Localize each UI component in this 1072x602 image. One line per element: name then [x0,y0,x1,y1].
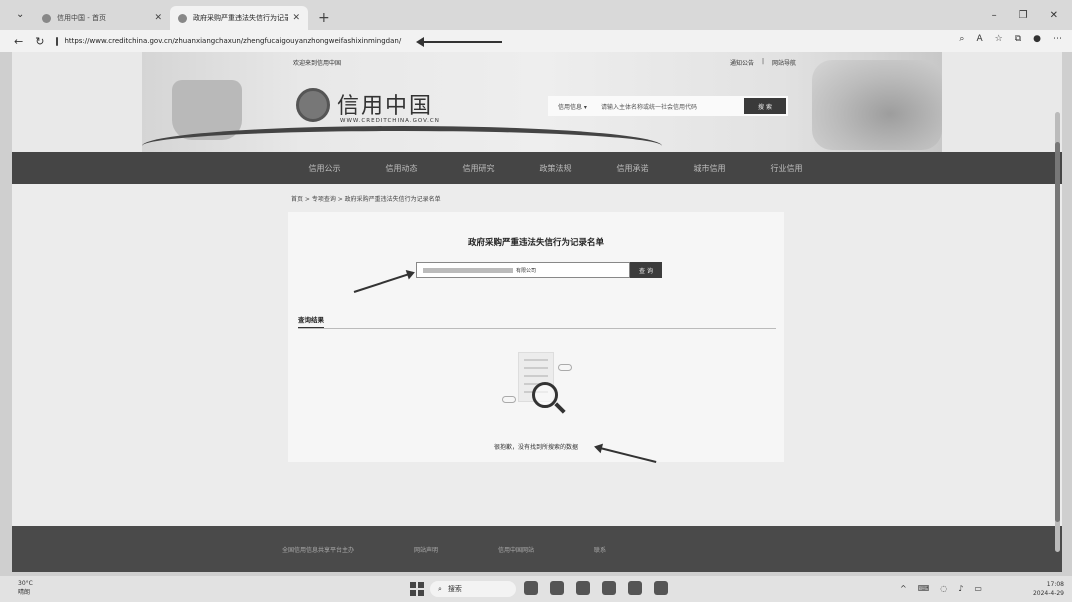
window-controls: – ❐ ✕ [992,10,1058,21]
nav-item[interactable]: 信用动态 [363,152,440,184]
new-tab-icon[interactable]: + [318,10,330,26]
site-search: 信用信息 ▾ 请输入主体名称或统一社会信用代码 搜 索 [548,96,788,116]
browser-tab-bar: ⌄ 信用中国 - 首页 ✕ 政府采购严重违法失信行为记录名 ✕ + – ❐ ✕ [0,0,1072,30]
nav-item[interactable]: 信用研究 [440,152,517,184]
back-icon[interactable]: ← [14,35,23,48]
refresh-icon[interactable]: ↻ [35,35,44,48]
favorite-icon[interactable]: ☆ [995,34,1003,44]
more-icon[interactable]: ⋯ [1053,34,1062,44]
web-page: 欢迎来到信用中国 通知公告 | 网站导航 信用中国 WWW.CREDITCHIN… [12,52,1062,572]
tab-creditchina-home[interactable]: 信用中国 - 首页 ✕ [34,6,170,30]
divider [298,328,776,329]
search-icon: ⌕ [438,584,442,593]
nav-item[interactable]: 信用承诺 [594,152,671,184]
redacted-text [423,267,513,273]
site-nav-link[interactable]: 网站导航 [772,58,796,67]
tab-query-results[interactable]: 查询结果 [298,314,324,329]
footer-link[interactable]: 信用中国网站 [498,545,534,554]
address-bar: ← ↻ https://www.creditchina.gov.cn/zhuan… [0,30,1072,52]
great-wall-image [812,60,942,150]
battery-icon[interactable]: ▭ [974,584,982,593]
notice-link[interactable]: 通知公告 [730,58,754,67]
site-header: 欢迎来到信用中国 通知公告 | 网站导航 信用中国 WWW.CREDITCHIN… [12,52,1062,152]
site-footer: 全国信用信息共享平台主办 网站声明 信用中国网站 联系 [12,526,1062,572]
restore-icon[interactable]: ❐ [1019,10,1028,21]
minimize-icon[interactable]: – [992,10,997,21]
close-tab-icon[interactable]: ✕ [292,13,300,23]
breadcrumb: 首页 > 专项查询 > 政府采购严重违法失信行为记录名单 [291,196,441,203]
profile-icon[interactable]: ● [1033,34,1041,44]
cloud-icon [502,396,516,403]
tab-procurement-list[interactable]: 政府采购严重违法失信行为记录名 ✕ [170,6,308,30]
footer-link[interactable]: 联系 [594,545,606,554]
annotation-arrow-icon [416,37,502,47]
main-nav: 信用公示 信用动态 信用研究 政策法规 信用承诺 城市信用 行业信用 [12,152,1062,184]
extensions-icon[interactable]: ⧉ [1015,34,1021,44]
taskbar: 30°C 晴朗 ⌕ 搜索 ^ ⌨ ◌ ♪ ▭ 17:08 2024-4-29 [0,576,1072,602]
cloud-icon [558,364,572,371]
read-aloud-icon[interactable]: A [976,34,982,44]
site-logo-text[interactable]: 信用中国 [337,88,433,120]
edge-icon[interactable] [602,581,616,595]
clock[interactable]: 17:08 2024-4-29 [1033,580,1064,598]
no-results-message: 很抱歉，没有找到所搜索的数据 [493,444,578,451]
nav-item[interactable]: 城市信用 [671,152,748,184]
system-tray: ^ ⌨ ◌ ♪ ▭ [900,584,982,593]
query-button[interactable]: 查 询 [630,262,662,278]
close-window-icon[interactable]: ✕ [1050,10,1058,21]
scrollbar-thumb[interactable] [1055,142,1060,522]
chevron-up-icon[interactable]: ^ [900,584,907,593]
footer-link[interactable]: 全国信用信息共享平台主办 [282,545,354,554]
windows-start-icon[interactable] [410,582,424,596]
input-method-icon[interactable]: ⌨ [918,584,930,593]
site-logo-url: WWW.CREDITCHINA.GOV.CN [340,118,440,124]
site-favicon-icon [178,13,187,23]
url-field[interactable]: https://www.creditchina.gov.cn/zhuanxian… [56,33,401,49]
company-query-input[interactable]: 有限公司 [416,262,630,278]
national-emblem-icon [296,88,330,122]
file-explorer-icon[interactable] [550,581,564,595]
volume-icon[interactable]: ♪ [958,584,963,593]
nav-item[interactable]: 信用公示 [286,152,363,184]
app-icon[interactable] [654,581,668,595]
word-icon[interactable] [628,581,642,595]
footer-link[interactable]: 网站声明 [414,545,438,554]
chrome-icon[interactable] [576,581,590,595]
search-type-select[interactable]: 信用信息 ▾ [548,102,595,111]
nav-item[interactable]: 政策法规 [517,152,594,184]
tab-title: 信用中国 - 首页 [57,14,106,22]
task-view-icon[interactable] [524,581,538,595]
url-text: https://www.creditchina.gov.cn/zhuanxian… [64,37,402,45]
top-links: 通知公告 | 网站导航 [730,58,797,67]
weather-widget[interactable]: 30°C 晴朗 [18,579,33,597]
browser-toolbar: ⌕ A ☆ ⧉ ● ⋯ [959,34,1062,44]
site-favicon-icon [42,13,51,23]
tab-list-icon[interactable]: ⌄ [16,9,30,23]
scrollbar[interactable] [1055,112,1060,552]
welcome-text: 欢迎来到信用中国 [293,60,342,67]
no-results-illustration [502,352,572,422]
taskbar-search[interactable]: ⌕ 搜索 [430,581,516,597]
lock-icon [56,36,59,46]
zoom-icon[interactable]: ⌕ [959,34,964,44]
tab-title: 政府采购严重违法失信行为记录名 [193,14,289,22]
taskbar-apps [524,581,668,595]
site-search-input[interactable]: 请输入主体名称或统一社会信用代码 [595,102,744,111]
nav-item[interactable]: 行业信用 [748,152,825,184]
close-tab-icon[interactable]: ✕ [154,13,162,23]
page-title: 政府采购严重违法失信行为记录名单 [467,238,604,248]
network-icon[interactable]: ◌ [940,584,947,593]
query-card: 政府采购严重违法失信行为记录名单 有限公司 查 询 查询结果 很抱歉，没有找到所… [288,212,784,462]
site-search-button[interactable]: 搜 索 [744,98,786,114]
